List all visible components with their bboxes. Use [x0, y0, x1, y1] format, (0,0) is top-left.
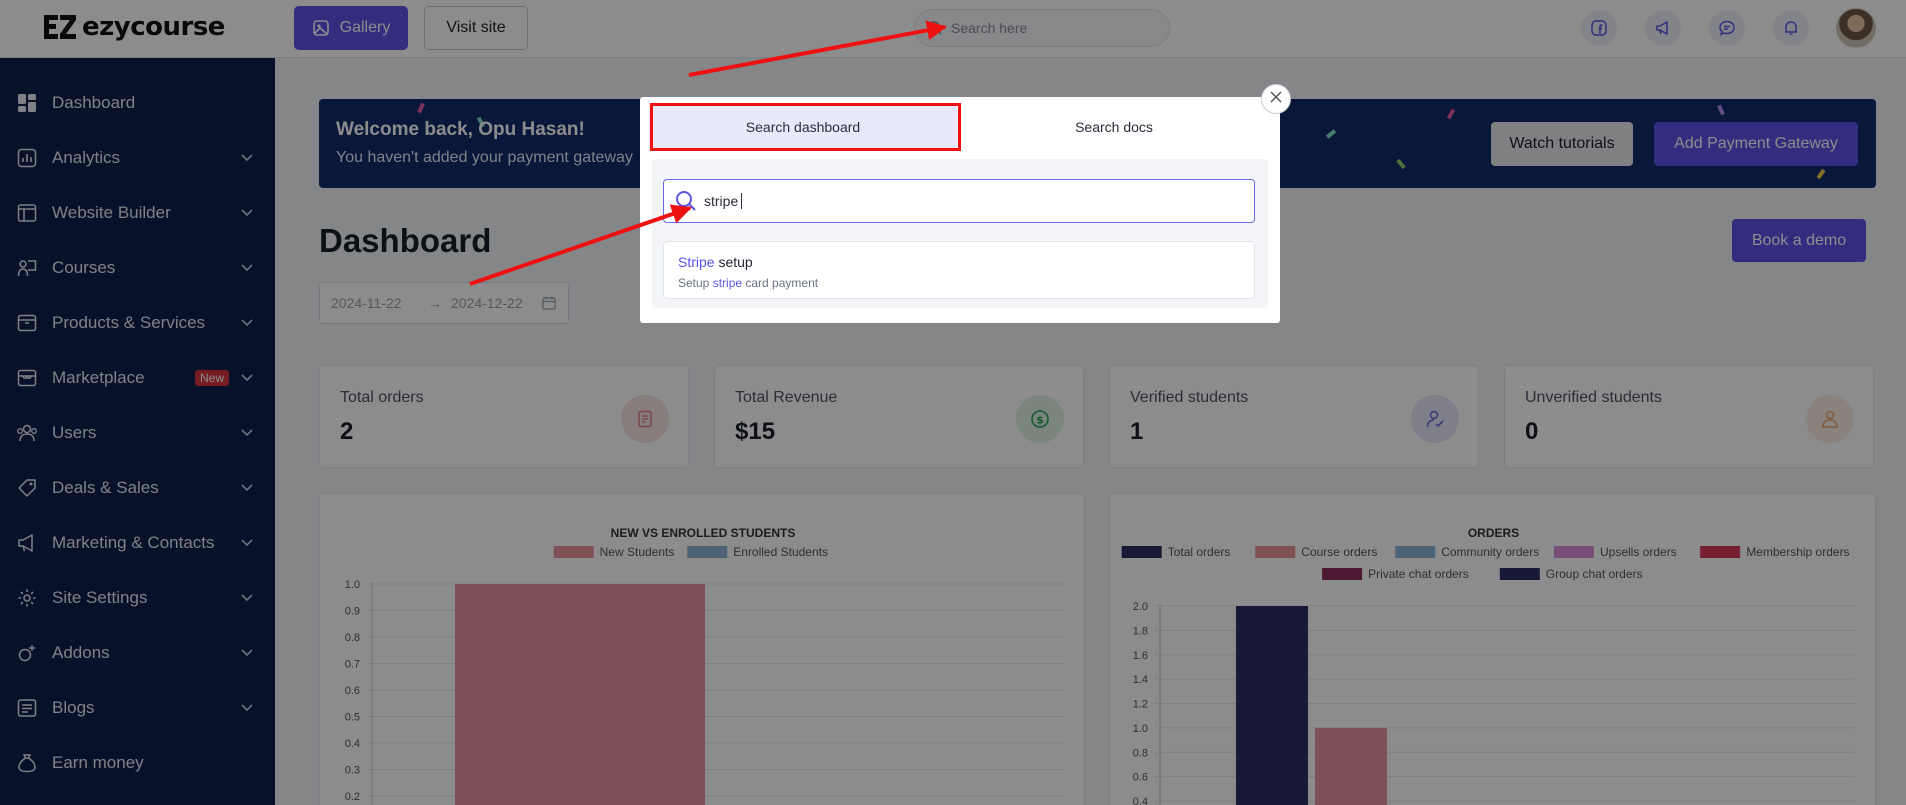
annotation-arrows	[469, 20, 947, 286]
annotation-arrow	[469, 204, 692, 286]
annotation-arrow	[688, 20, 947, 77]
